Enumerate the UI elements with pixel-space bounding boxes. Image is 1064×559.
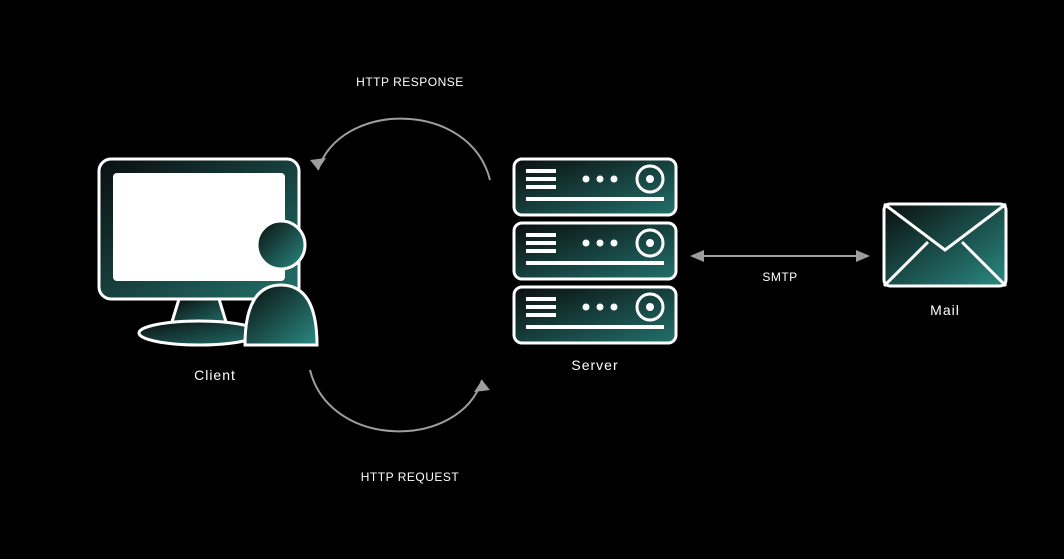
arrow-response: [300, 90, 500, 190]
server-label: Server: [571, 357, 618, 373]
client-label: Client: [194, 367, 236, 383]
server-icon: [510, 155, 680, 345]
arrow-request: [300, 360, 500, 460]
architecture-diagram: Client: [0, 0, 1064, 559]
client-icon: [95, 155, 335, 355]
mail-node: Mail: [870, 200, 1020, 318]
arrow-smtp: [690, 246, 870, 266]
server-node: Server: [500, 155, 690, 373]
smtp-label: SMTP: [720, 270, 840, 284]
mail-label: Mail: [930, 302, 960, 318]
request-label: HTTP REQUEST: [300, 470, 520, 484]
response-label: HTTP RESPONSE: [300, 75, 520, 89]
mail-icon: [880, 200, 1010, 290]
